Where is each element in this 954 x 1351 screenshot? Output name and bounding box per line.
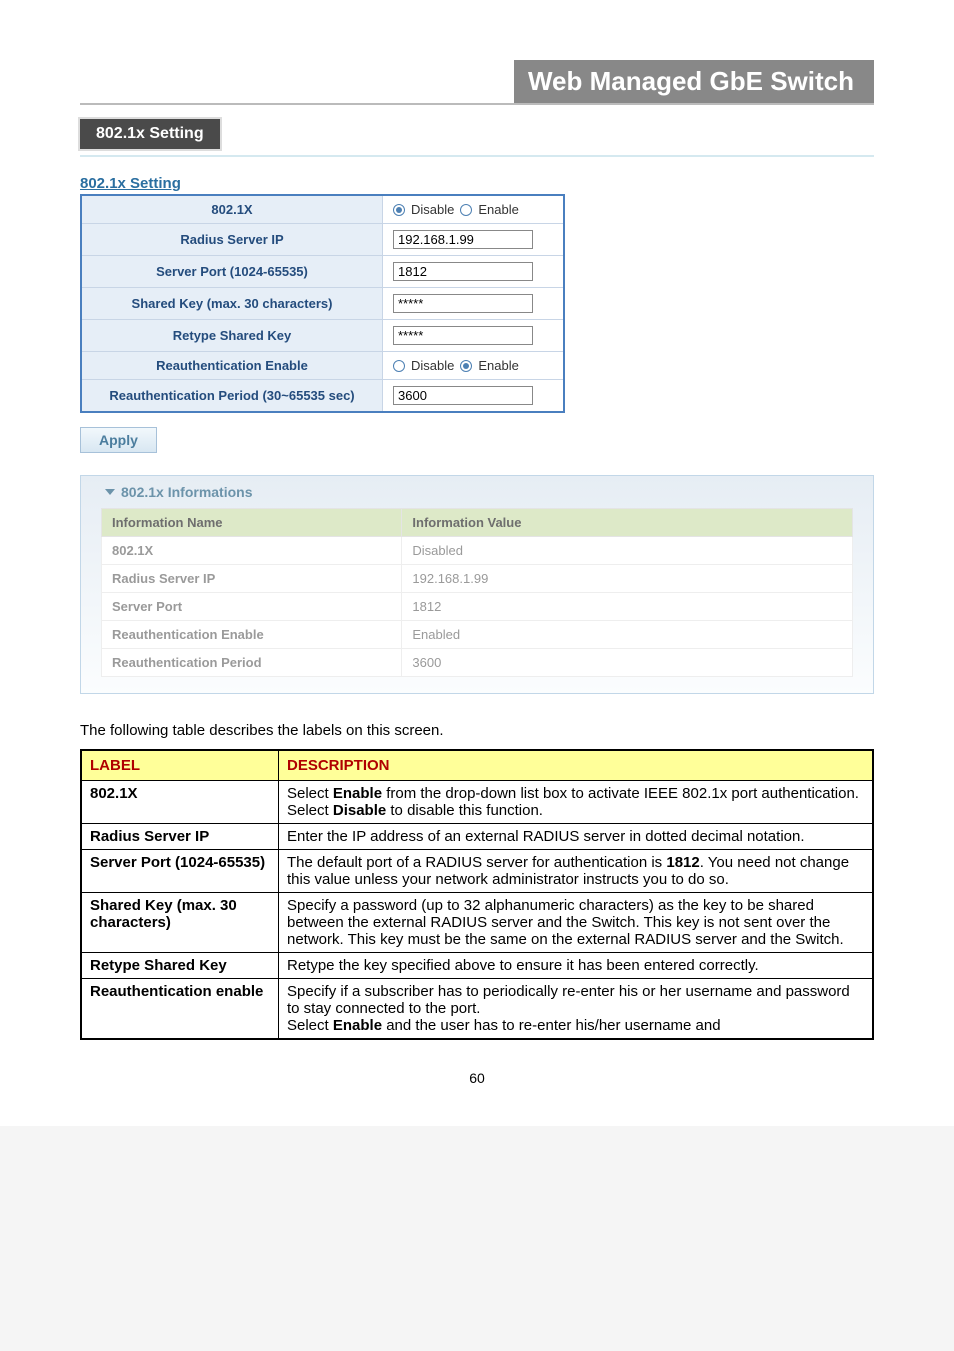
chevron-down-icon [105, 489, 115, 495]
settings-row-label: Shared Key (max. 30 characters) [81, 288, 383, 320]
info-row-name: Server Port [102, 593, 402, 621]
settings-row-value [383, 224, 565, 256]
desc-row-label: Retype Shared Key [81, 953, 279, 979]
radio-enable[interactable] [460, 204, 472, 216]
info-row-name: Reauthentication Period [102, 649, 402, 677]
page-header-title: Web Managed GbE Switch [514, 60, 874, 103]
radio-disable-label: Disable [411, 202, 454, 217]
page-number: 60 [80, 1070, 874, 1086]
settings-input[interactable] [393, 294, 533, 313]
description-table: LABEL DESCRIPTION 802.1XSelect Enable fr… [80, 749, 874, 1040]
desc-row-text: Enter the IP address of an external RADI… [279, 824, 874, 850]
desc-row-text: Specify a password (up to 32 alphanumeri… [279, 893, 874, 953]
desc-col-desc: DESCRIPTION [279, 750, 874, 781]
info-panel: 802.1x Informations Information Name Inf… [80, 475, 874, 694]
settings-row-label: Radius Server IP [81, 224, 383, 256]
section-subhead: 802.1x Setting [80, 175, 874, 192]
info-row-name: 802.1X [102, 537, 402, 565]
desc-row-label: Shared Key (max. 30 characters) [81, 893, 279, 953]
settings-input[interactable] [393, 326, 533, 345]
radio-enable-label: Enable [478, 358, 518, 373]
settings-input[interactable] [393, 230, 533, 249]
intro-text: The following table describes the labels… [80, 722, 874, 739]
section-title-wrap: 802.1x Setting [80, 119, 874, 149]
desc-row-text: The default port of a RADIUS server for … [279, 850, 874, 893]
info-row-value: 1812 [402, 593, 853, 621]
settings-row-value: Disable Enable [383, 195, 565, 224]
info-table: Information Name Information Value 802.1… [101, 508, 853, 677]
desc-row-label: Radius Server IP [81, 824, 279, 850]
info-row-value: 3600 [402, 649, 853, 677]
settings-row-value: Disable Enable [383, 352, 565, 380]
radio-enable-label: Enable [478, 202, 518, 217]
info-row-name: Radius Server IP [102, 565, 402, 593]
info-panel-header[interactable]: 802.1x Informations [101, 476, 853, 508]
section-title: 802.1x Setting [80, 119, 220, 149]
info-row-value: 192.168.1.99 [402, 565, 853, 593]
settings-row-value [383, 380, 565, 413]
radio-disable[interactable] [393, 360, 405, 372]
settings-input[interactable] [393, 262, 533, 281]
desc-row-text: Select Enable from the drop-down list bo… [279, 781, 874, 824]
settings-row-value [383, 288, 565, 320]
desc-row-text: Specify if a subscriber has to periodica… [279, 979, 874, 1040]
settings-row-label: Server Port (1024-65535) [81, 256, 383, 288]
divider [80, 155, 874, 157]
radio-disable[interactable] [393, 204, 405, 216]
settings-row-value [383, 256, 565, 288]
desc-row-label: Server Port (1024-65535) [81, 850, 279, 893]
radio-enable[interactable] [460, 360, 472, 372]
info-row-value: Disabled [402, 537, 853, 565]
info-row-name: Reauthentication Enable [102, 621, 402, 649]
settings-input[interactable] [393, 386, 533, 405]
settings-row-label: Reauthentication Enable [81, 352, 383, 380]
desc-row-label: Reauthentication enable [81, 979, 279, 1040]
settings-row-label: Reauthentication Period (30~65535 sec) [81, 380, 383, 413]
info-col-value: Information Value [402, 509, 853, 537]
desc-col-label: LABEL [81, 750, 279, 781]
radio-disable-label: Disable [411, 358, 454, 373]
desc-row-label: 802.1X [81, 781, 279, 824]
page-header: Web Managed GbE Switch [80, 60, 874, 105]
info-col-name: Information Name [102, 509, 402, 537]
settings-row-label: Retype Shared Key [81, 320, 383, 352]
apply-button[interactable]: Apply [80, 427, 157, 453]
info-row-value: Enabled [402, 621, 853, 649]
settings-row-value [383, 320, 565, 352]
info-panel-title: 802.1x Informations [121, 484, 253, 500]
desc-row-text: Retype the key specified above to ensure… [279, 953, 874, 979]
settings-table: 802.1X Disable Enable Radius Server IPServe… [80, 194, 565, 413]
settings-row-label: 802.1X [81, 195, 383, 224]
